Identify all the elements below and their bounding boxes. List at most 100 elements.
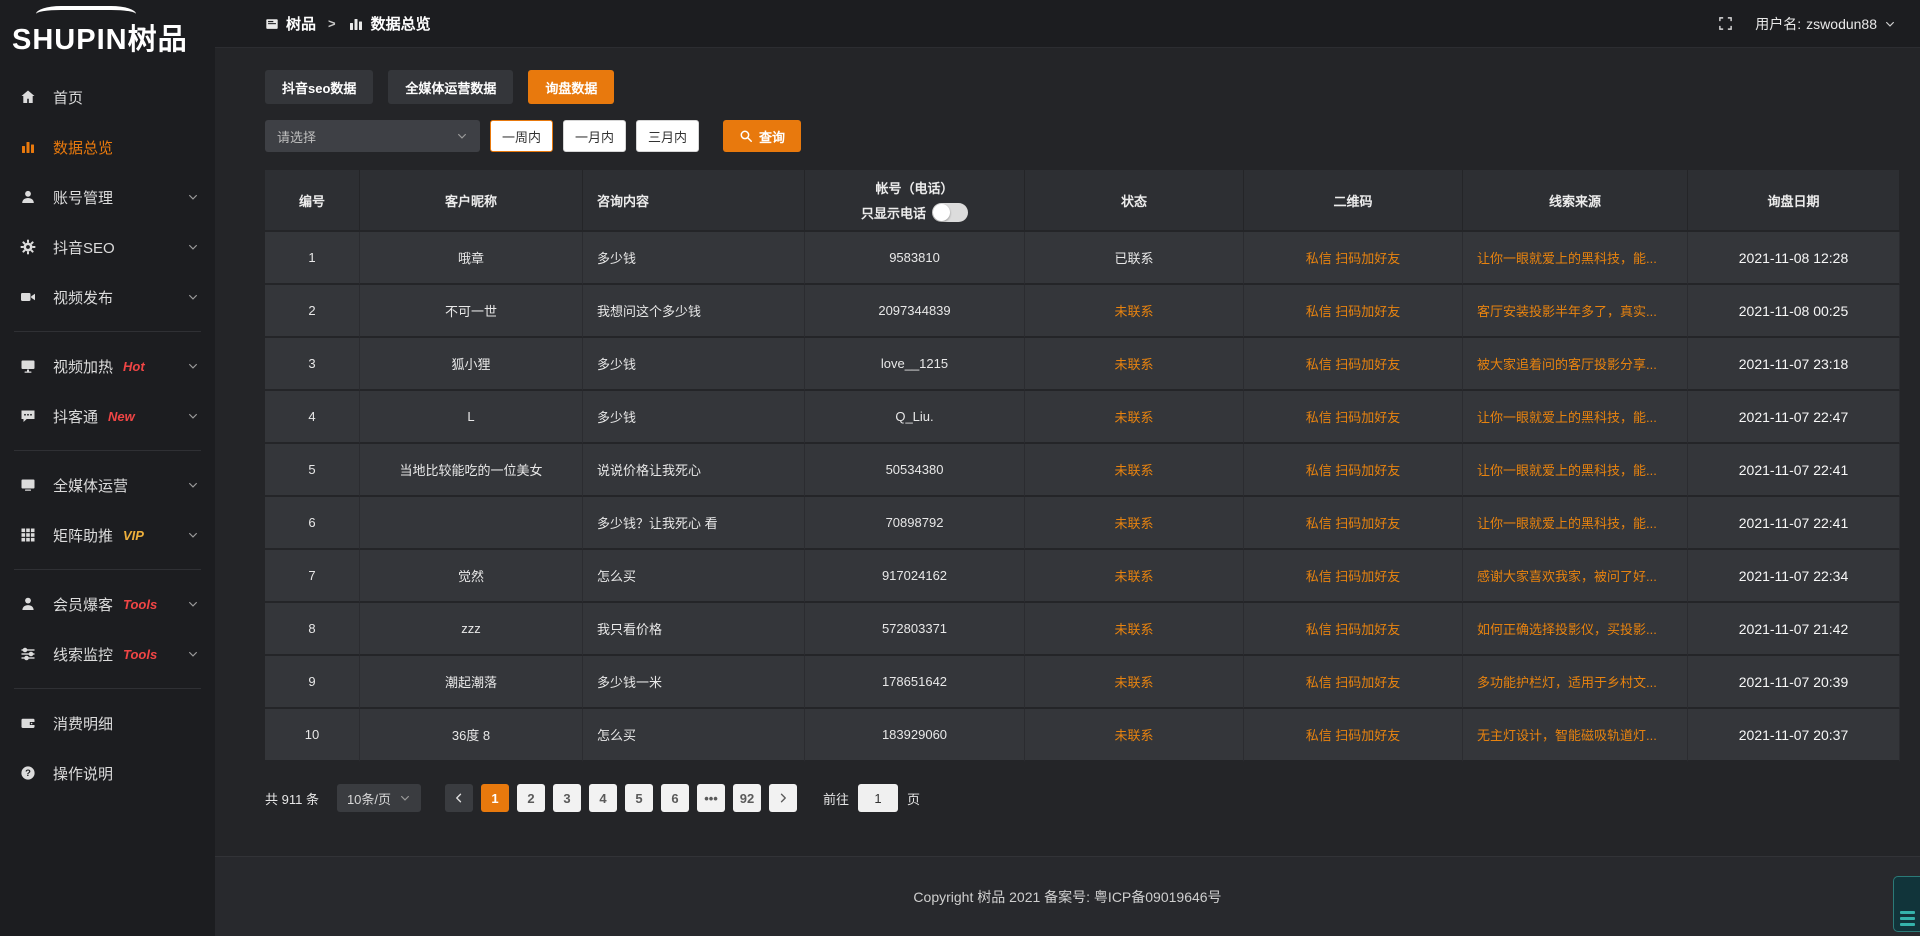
cell-qrcode[interactable]: 私信 扫码加好友 — [1244, 338, 1463, 391]
fullscreen-icon[interactable] — [1718, 16, 1733, 31]
tab-1[interactable]: 抖音seo数据 — [265, 70, 373, 104]
cell-date: 2021-11-07 23:18 — [1688, 338, 1900, 391]
cell-content: 多少钱？让我死心 看 — [583, 497, 805, 550]
cell-account: 9583810 — [805, 232, 1025, 285]
cell-qrcode[interactable]: 私信 扫码加好友 — [1244, 550, 1463, 603]
user-label: 用户名: — [1755, 14, 1801, 34]
sidebar-item-13[interactable]: ?操作说明 — [0, 748, 215, 798]
cell-source[interactable]: 无主灯设计，智能磁吸轨道灯... — [1463, 709, 1688, 762]
sidebar-item-11[interactable]: 线索监控Tools — [0, 629, 215, 679]
cell-date: 2021-11-07 22:41 — [1688, 444, 1900, 497]
sidebar-item-3[interactable]: 账号管理 — [0, 172, 215, 222]
cell-id: 2 — [265, 285, 360, 338]
cell-account: 183929060 — [805, 709, 1025, 762]
filter-select[interactable]: 请选择 — [265, 120, 480, 152]
sidebar-item-4[interactable]: 抖音SEO — [0, 222, 215, 272]
cell-source[interactable]: 让你一眼就爱上的黑科技，能... — [1463, 232, 1688, 285]
cell-nickname: zzz — [360, 603, 583, 656]
page-button-2[interactable]: 2 — [517, 784, 545, 812]
page-button-6[interactable]: 6 — [661, 784, 689, 812]
filter-row: 请选择 一周内一月内三月内 查询 — [265, 120, 1920, 152]
cell-account: love__1215 — [805, 338, 1025, 391]
floating-widget[interactable] — [1893, 876, 1920, 932]
cell-qrcode[interactable]: 私信 扫码加好友 — [1244, 656, 1463, 709]
cell-qrcode[interactable]: 私信 扫码加好友 — [1244, 232, 1463, 285]
cell-qrcode[interactable]: 私信 扫码加好友 — [1244, 603, 1463, 656]
phone-toggle-label: 只显示电话 — [861, 203, 926, 222]
cell-status: 未联系 — [1025, 656, 1244, 709]
chevron-down-icon — [187, 529, 199, 541]
search-button-label: 查询 — [759, 127, 785, 146]
video-camera-icon — [20, 288, 40, 306]
page-ellipsis-button[interactable]: ••• — [697, 784, 725, 812]
page-button-92[interactable]: 92 — [733, 784, 761, 812]
breadcrumb-item[interactable]: 树品 — [265, 13, 316, 34]
cell-qrcode[interactable]: 私信 扫码加好友 — [1244, 709, 1463, 762]
cell-source[interactable]: 让你一眼就爱上的黑科技，能... — [1463, 497, 1688, 550]
cell-source[interactable]: 感谢大家喜欢我家，被问了好... — [1463, 550, 1688, 603]
table-body: 1哦章多少钱9583810已联系私信 扫码加好友让你一眼就爱上的黑科技，能...… — [265, 232, 1900, 762]
tabs-row: 抖音seo数据全媒体运营数据询盘数据 — [265, 70, 1920, 104]
chevron-down-icon — [187, 360, 199, 372]
gear-icon — [20, 238, 40, 256]
sidebar-item-9[interactable]: 矩阵助推VIP — [0, 510, 215, 560]
user-icon — [20, 188, 40, 206]
period-button-1[interactable]: 一周内 — [490, 120, 553, 152]
footer: Copyright 树品 2021 备案号: 粤ICP备09019646号 — [215, 856, 1920, 936]
chevron-down-icon — [187, 410, 199, 422]
cell-date: 2021-11-07 22:34 — [1688, 550, 1900, 603]
sidebar-item-7[interactable]: 抖客通 New — [0, 391, 215, 441]
period-button-3[interactable]: 三月内 — [636, 120, 699, 152]
breadcrumb-item[interactable]: 数据总览 — [348, 13, 431, 34]
cell-source[interactable]: 如何正确选择投影仪，买投影... — [1463, 603, 1688, 656]
prev-page-button[interactable] — [445, 784, 473, 812]
cell-source[interactable]: 让你一眼就爱上的黑科技，能... — [1463, 391, 1688, 444]
total-count: 共 911 条 — [265, 789, 319, 808]
cell-source[interactable]: 被大家追着问的客厅投影分享... — [1463, 338, 1688, 391]
phone-only-toggle[interactable] — [932, 203, 968, 222]
tab-2[interactable]: 全媒体运营数据 — [388, 70, 513, 104]
cell-source[interactable]: 让你一眼就爱上的黑科技，能... — [1463, 444, 1688, 497]
page-button-5[interactable]: 5 — [625, 784, 653, 812]
sliders-icon — [20, 645, 40, 663]
cell-qrcode[interactable]: 私信 扫码加好友 — [1244, 497, 1463, 550]
goto-page-input[interactable] — [858, 784, 898, 812]
member-icon — [20, 595, 40, 613]
sidebar-item-label: 抖客通 — [53, 406, 98, 427]
page-button-4[interactable]: 4 — [589, 784, 617, 812]
page-button-1[interactable]: 1 — [481, 784, 509, 812]
sidebar-item-8[interactable]: 全媒体运营 — [0, 460, 215, 510]
page-buttons: 123456 ••• 92 — [473, 784, 761, 812]
table-row: 4L多少钱Q_Liu.未联系私信 扫码加好友让你一眼就爱上的黑科技，能...20… — [265, 391, 1900, 444]
cell-content: 我只看价格 — [583, 603, 805, 656]
sidebar-item-6[interactable]: 视频加热Hot — [0, 341, 215, 391]
cell-qrcode[interactable]: 私信 扫码加好友 — [1244, 444, 1463, 497]
sidebar-item-5[interactable]: 视频发布 — [0, 272, 215, 322]
page-button-3[interactable]: 3 — [553, 784, 581, 812]
cell-status: 未联系 — [1025, 444, 1244, 497]
cell-source[interactable]: 多功能护栏灯，适用于乡村文... — [1463, 656, 1688, 709]
page-size-select[interactable]: 10条/页 — [337, 784, 421, 812]
sidebar-item-1[interactable]: 首页 — [0, 72, 215, 122]
cell-account: Q_Liu. — [805, 391, 1025, 444]
sidebar-item-12[interactable]: 消费明细 — [0, 698, 215, 748]
tab-3[interactable]: 询盘数据 — [528, 70, 614, 104]
table-row: 5当地比较能吃的一位美女说说价格让我死心50534380未联系私信 扫码加好友让… — [265, 444, 1900, 497]
period-button-2[interactable]: 一月内 — [563, 120, 626, 152]
divider — [14, 450, 201, 451]
chevron-down-icon — [399, 792, 411, 804]
user-menu[interactable]: 用户名: zswodun88 — [1755, 14, 1896, 34]
sidebar-item-label: 抖音SEO — [53, 237, 115, 258]
sidebar-item-2[interactable]: 数据总览 — [0, 122, 215, 172]
search-button[interactable]: 查询 — [723, 120, 801, 152]
next-page-button[interactable] — [769, 784, 797, 812]
sidebar-item-label: 会员爆客 — [53, 594, 113, 615]
cell-account: 917024162 — [805, 550, 1025, 603]
cell-qrcode[interactable]: 私信 扫码加好友 — [1244, 391, 1463, 444]
sidebar-item-10[interactable]: 会员爆客Tools — [0, 579, 215, 629]
cell-id: 3 — [265, 338, 360, 391]
cell-source[interactable]: 客厅安装投影半年多了，真实... — [1463, 285, 1688, 338]
page-size-value: 10条/页 — [347, 789, 391, 808]
cell-qrcode[interactable]: 私信 扫码加好友 — [1244, 285, 1463, 338]
sidebar-item-badge: New — [108, 409, 135, 424]
